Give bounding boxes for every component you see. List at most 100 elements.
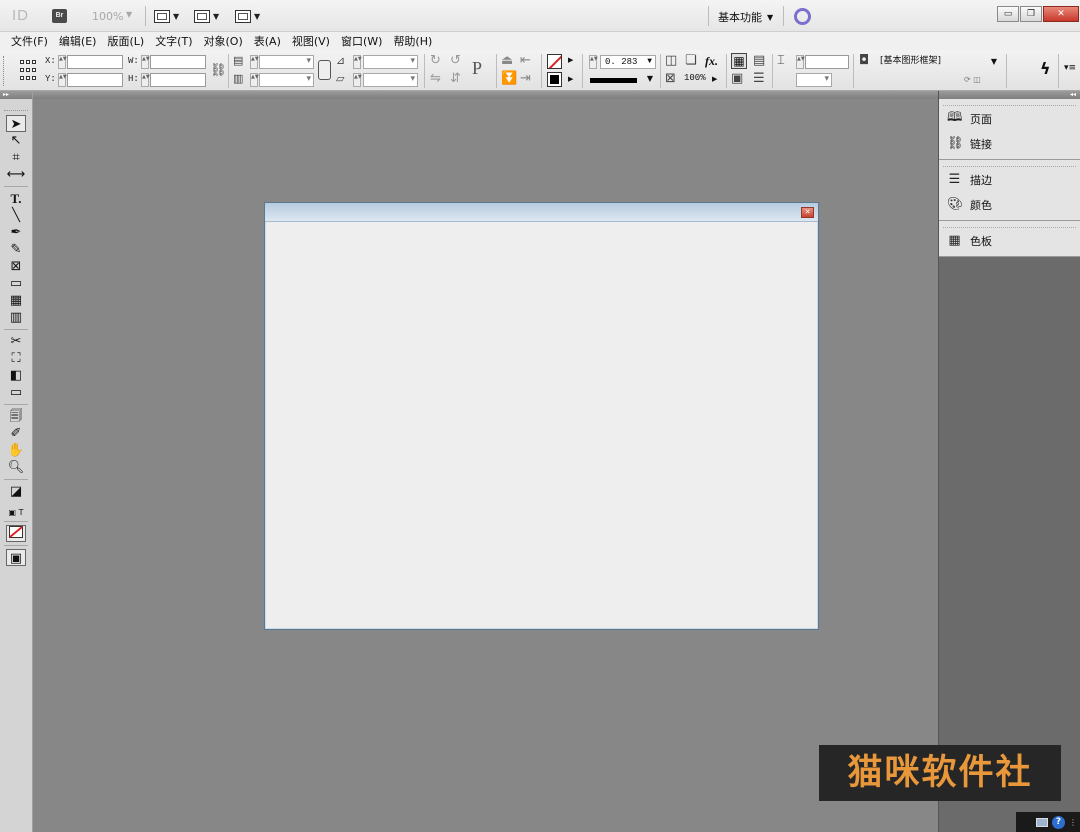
keyboard-icon[interactable] xyxy=(1036,817,1048,827)
h-field[interactable] xyxy=(150,73,206,87)
collapse-panels-icon[interactable]: ◂◂ xyxy=(939,91,1080,99)
zoom-tool-icon[interactable]: 🔍︎ xyxy=(5,459,27,476)
opacity-menu-caret[interactable]: ▶ xyxy=(712,75,717,83)
page-tool-icon[interactable]: ⌗ xyxy=(5,149,27,166)
horizontal-grid-tool-icon[interactable]: ▦ xyxy=(5,292,27,309)
panel-grip[interactable] xyxy=(3,56,6,86)
x-spinner[interactable]: ▲▼ xyxy=(58,55,67,69)
stroke-swatch[interactable] xyxy=(547,72,562,87)
panel-tab-swatches[interactable]: ▦ 色板 xyxy=(939,228,1080,253)
select-previous-icon[interactable]: ⇤ xyxy=(520,54,531,68)
rotate-dropdown[interactable] xyxy=(363,55,418,69)
constrain-proportions-icon[interactable]: ⛓ xyxy=(210,64,227,78)
y-field[interactable] xyxy=(67,73,123,87)
selection-tool-icon[interactable]: ➤ xyxy=(6,115,26,132)
rotate-ccw-icon[interactable]: ↺ xyxy=(450,54,461,68)
panel-menu-icon[interactable]: ▾≡ xyxy=(1064,63,1076,73)
rotate-spinner[interactable]: ▲▼ xyxy=(353,55,362,69)
scale-x-dropdown[interactable] xyxy=(259,55,314,69)
gradient-swatch-tool-icon[interactable]: ◧ xyxy=(5,367,27,384)
type-tool-icon[interactable]: T. xyxy=(5,190,27,207)
align-center-icon[interactable]: ☰ xyxy=(753,72,765,86)
flip-horizontal-icon[interactable]: ⇋ xyxy=(430,72,441,86)
select-container-icon[interactable]: ⏏ xyxy=(501,54,513,68)
menu-edit[interactable]: 编辑(E) xyxy=(59,33,97,49)
scale-y-spinner[interactable]: ▲▼ xyxy=(250,73,259,87)
y-spinner[interactable]: ▲▼ xyxy=(58,73,67,87)
panel-grip[interactable] xyxy=(943,99,1076,106)
collapse-tools-icon[interactable]: ▸▸ xyxy=(0,91,32,99)
select-next-icon[interactable]: ⇥ xyxy=(520,72,531,86)
rectangle-tool-icon[interactable]: ▭ xyxy=(5,275,27,292)
panel-grip[interactable] xyxy=(943,221,1076,228)
scissors-tool-icon[interactable]: ✂ xyxy=(5,333,27,350)
x-field[interactable] xyxy=(67,55,123,69)
note-tool-icon[interactable]: 🗐 xyxy=(5,408,27,425)
w-spinner[interactable]: ▲▼ xyxy=(141,55,150,69)
stroke-weight-spinner[interactable]: ▲▼ xyxy=(589,55,598,69)
drop-shadow-icon[interactable]: ❏ xyxy=(685,54,697,68)
select-content-icon[interactable]: ⏬ xyxy=(501,72,517,86)
dialog-title-bar[interactable]: ✕ xyxy=(265,203,818,222)
panel-tab-color[interactable]: 🎨︎ 颜色 xyxy=(939,192,1080,217)
free-transform-tool-icon[interactable]: ⛶ xyxy=(5,350,27,367)
align-top-icon[interactable]: ▣ xyxy=(731,72,743,86)
fill-none-swatch[interactable] xyxy=(547,54,562,69)
shear-dropdown[interactable] xyxy=(363,73,418,87)
chevron-down-icon[interactable]: ▼ xyxy=(126,10,132,19)
menu-window[interactable]: 窗口(W) xyxy=(341,33,382,49)
flip-vertical-icon[interactable]: ⇵ xyxy=(450,72,461,86)
effects-panel-icon[interactable]: ◫ xyxy=(665,54,677,68)
creative-suite-extras-icon[interactable] xyxy=(794,8,811,25)
columns-spinner[interactable]: ▲▼ xyxy=(796,55,805,69)
h-spinner[interactable]: ▲▼ xyxy=(141,73,150,87)
screen-mode-icon[interactable]: ▣ xyxy=(6,549,26,566)
reference-point-icon[interactable] xyxy=(20,60,36,82)
panel-tab-pages[interactable]: 🕮 页面 xyxy=(939,106,1080,131)
scale-y-dropdown[interactable] xyxy=(259,73,314,87)
bridge-button[interactable]: Br xyxy=(52,9,67,23)
fill-menu-caret[interactable]: ▶ xyxy=(568,56,573,64)
stroke-type-dropdown[interactable]: ▼ xyxy=(589,74,656,88)
auto-fit-icon[interactable]: ⌶ xyxy=(777,54,785,68)
menu-type[interactable]: 文字(T) xyxy=(155,33,192,49)
minimize-button[interactable]: ▭ xyxy=(997,6,1019,22)
columns-field[interactable] xyxy=(805,55,849,69)
zoom-level[interactable]: 100% xyxy=(92,10,123,23)
gap-tool-icon[interactable]: ⟷ xyxy=(5,166,27,183)
shear-spinner[interactable]: ▲▼ xyxy=(353,73,362,87)
line-tool-icon[interactable]: ╲ xyxy=(5,207,27,224)
apply-none-icon[interactable] xyxy=(6,525,26,542)
rectangle-frame-tool-icon[interactable]: ⊠ xyxy=(5,258,27,275)
hand-tool-icon[interactable]: ✋ xyxy=(5,442,27,459)
stroke-menu-caret[interactable]: ▶ xyxy=(568,75,573,83)
object-style-dropdown[interactable]: [基本图形框架] ▼ xyxy=(878,55,1000,70)
opacity-value[interactable]: 100% xyxy=(684,73,706,83)
rotate-cw-icon[interactable]: ↻ xyxy=(430,54,441,68)
fx-icon[interactable]: fx. xyxy=(705,54,718,69)
panel-tab-links[interactable]: ⛓ 链接 xyxy=(939,131,1080,156)
quick-apply-icon[interactable]: ϟ xyxy=(1040,59,1051,78)
close-button[interactable]: ✕ xyxy=(1043,6,1079,22)
columns-dropdown[interactable] xyxy=(796,73,832,87)
formatting-container-icon[interactable]: ▣ T xyxy=(5,507,27,518)
text-frame-options-icon[interactable]: ▦ xyxy=(731,53,747,69)
panel-grip[interactable] xyxy=(943,160,1076,167)
view-options-button[interactable]: ▼ xyxy=(154,8,179,24)
panel-grip[interactable] xyxy=(4,99,28,111)
eyedropper-tool-icon[interactable]: ✐ xyxy=(5,425,27,442)
gradient-feather-tool-icon[interactable]: ▭ xyxy=(5,384,27,401)
stroke-weight-field[interactable]: 0. 283 ▼ xyxy=(600,55,656,69)
arrange-documents-button[interactable]: ▼ xyxy=(235,8,260,24)
help-icon[interactable]: ? xyxy=(1052,815,1065,829)
menu-table[interactable]: 表(A) xyxy=(254,33,281,49)
vertical-grid-tool-icon[interactable]: ▥ xyxy=(5,309,27,326)
pencil-tool-icon[interactable]: ✎ xyxy=(5,241,27,258)
dialog-close-button[interactable]: ✕ xyxy=(801,207,814,218)
menu-object[interactable]: 对象(O) xyxy=(204,33,243,49)
fill-stroke-icon[interactable]: ◪ xyxy=(5,483,27,507)
menu-file[interactable]: 文件(F) xyxy=(11,33,48,49)
constrain-scale-icon[interactable] xyxy=(318,60,331,80)
w-field[interactable] xyxy=(150,55,206,69)
text-wrap-icon[interactable]: ▤ xyxy=(753,54,765,68)
